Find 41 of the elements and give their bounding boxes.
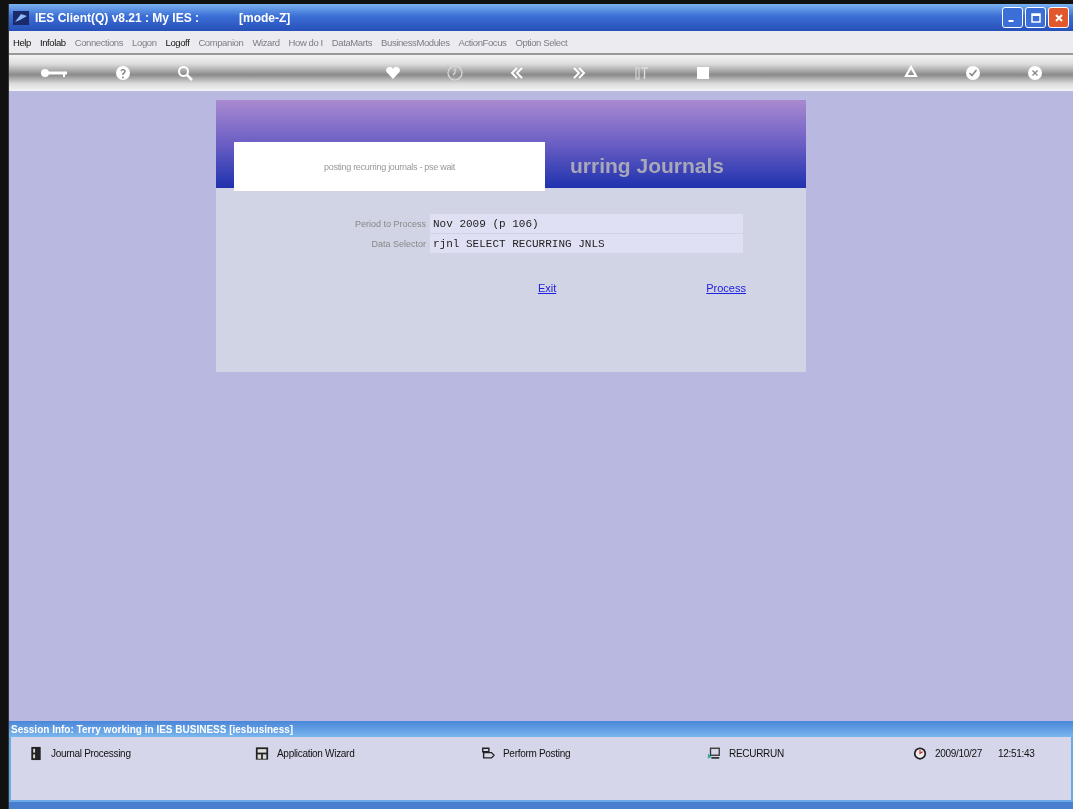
menu-item[interactable]: Logoff bbox=[165, 36, 190, 48]
clock-icon[interactable] bbox=[447, 65, 463, 81]
search-icon[interactable] bbox=[177, 65, 193, 81]
input-field[interactable]: rjnl SELECT RECURRING JNLS bbox=[430, 234, 743, 253]
dialog-title: urring Journals bbox=[569, 154, 724, 178]
window-mode: [mode-Z] bbox=[239, 10, 291, 25]
close-icon bbox=[1053, 12, 1064, 23]
maximize-button[interactable] bbox=[1025, 7, 1046, 28]
input-field[interactable]: Nov 2009 (p 106) bbox=[430, 214, 743, 233]
help-icon[interactable] bbox=[115, 65, 131, 81]
check-icon[interactable] bbox=[965, 65, 981, 81]
window-title: IES Client(Q) v8.21 : My IES : bbox=[35, 10, 200, 25]
status-item[interactable]: Application Wizard bbox=[277, 748, 355, 759]
rewind-icon[interactable] bbox=[509, 65, 525, 81]
field-label: Period to Process bbox=[353, 218, 426, 229]
status-date: 2009/10/27 bbox=[935, 748, 983, 759]
document-arrow-icon[interactable] bbox=[481, 746, 495, 761]
computer-icon[interactable] bbox=[707, 746, 721, 761]
link[interactable]: Exit bbox=[537, 282, 557, 294]
popup-message: posting recurring journals - pse wait bbox=[324, 161, 455, 172]
minimize-button[interactable] bbox=[1002, 7, 1023, 28]
session-info: Session Info: Terry working in IES BUSINESS [iesbusiness] bbox=[11, 723, 294, 735]
forward-icon[interactable] bbox=[571, 65, 587, 81]
file-cabinet-icon[interactable] bbox=[29, 746, 43, 761]
key-icon[interactable] bbox=[39, 66, 69, 80]
status-item[interactable]: Perform Posting bbox=[503, 748, 571, 759]
link[interactable]: Process bbox=[706, 282, 746, 294]
minimize-icon bbox=[1008, 19, 1014, 22]
stop-icon[interactable] bbox=[695, 65, 711, 81]
field-label: Data Selector bbox=[370, 238, 426, 249]
app-icon bbox=[13, 10, 29, 25]
clock-icon bbox=[913, 746, 927, 761]
close-button[interactable] bbox=[1048, 7, 1069, 28]
status-item[interactable]: RECURRUN bbox=[729, 748, 784, 759]
cancel-icon[interactable] bbox=[1027, 65, 1043, 81]
status-item[interactable]: Journal Processing bbox=[51, 748, 131, 759]
menu-item[interactable]: Infolab bbox=[39, 36, 66, 48]
menu-item[interactable]: Help bbox=[13, 36, 31, 48]
heart-icon[interactable] bbox=[385, 65, 401, 81]
status-time: 12:51:43 bbox=[998, 748, 1035, 759]
maximize-icon bbox=[1030, 12, 1041, 23]
